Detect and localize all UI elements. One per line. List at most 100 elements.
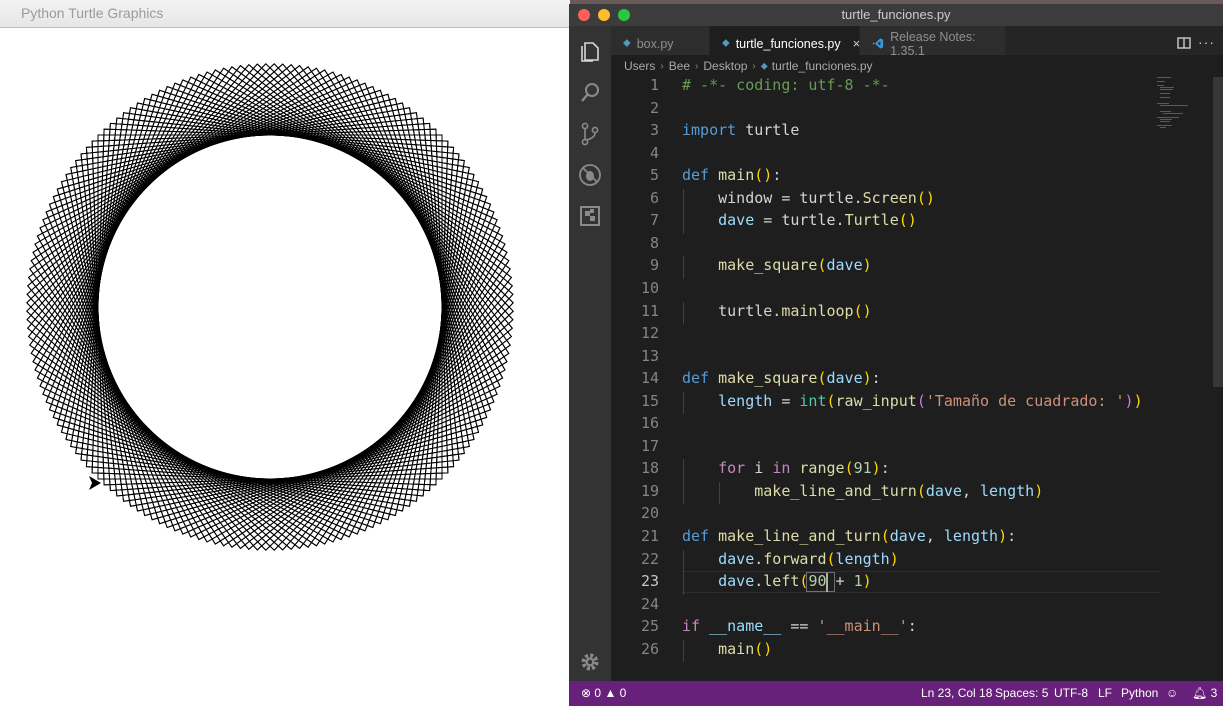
turtle-square-outline: [75, 112, 465, 502]
line-number: 9: [649, 256, 659, 275]
turtle-square-outline: [36, 73, 504, 541]
turtle-square-outline: [27, 64, 513, 550]
code-line[interactable]: dave.forward(length): [682, 550, 899, 568]
turtle-square-outline: [48, 85, 492, 529]
feedback-smiley-icon[interactable]: ☺: [1166, 686, 1178, 700]
turtle-square-outline: [70, 107, 470, 507]
turtle-square-outline: [30, 67, 510, 547]
code-line[interactable]: for i in range(91):: [682, 459, 890, 477]
problems-indicator[interactable]: ⊗ 0 ▲ 0: [581, 686, 626, 700]
extensions-icon[interactable]: [577, 203, 603, 229]
line-number: 10: [640, 278, 659, 297]
python-file-icon: ⬥: [760, 60, 768, 72]
more-actions-icon[interactable]: ···: [1198, 34, 1215, 50]
code-line[interactable]: length = int(raw_input('Tamaño de cuadra…: [682, 392, 1142, 410]
warning-count: 0: [619, 686, 627, 700]
breadcrumb-item[interactable]: Desktop: [703, 59, 747, 73]
line-number: 12: [640, 324, 659, 343]
chevron-right-icon: ›: [660, 60, 664, 72]
turtle-square-outline: [48, 85, 492, 529]
turtle-square-outline: [60, 97, 480, 517]
turtle-square-outline: [34, 71, 506, 543]
turtle-square-outline: [97, 134, 443, 480]
turtle-window-titlebar[interactable]: Python Turtle Graphics: [0, 0, 570, 28]
turtle-square-outline: [36, 73, 504, 541]
code-line[interactable]: dave.left(90 + 1): [682, 572, 872, 590]
editor-scrollbar[interactable]: [1213, 77, 1223, 387]
line-number: 19: [640, 481, 659, 500]
indentation-setting[interactable]: Spaces: 5: [995, 686, 1048, 700]
text-cursor: [826, 573, 829, 593]
eol-selector[interactable]: LF: [1098, 686, 1112, 700]
chevron-right-icon: ›: [752, 60, 756, 72]
line-number: 7: [649, 211, 659, 230]
code-line[interactable]: dave = turtle.Turtle(): [682, 211, 917, 229]
turtle-square-outline: [70, 107, 470, 507]
line-number: 21: [640, 527, 659, 545]
turtle-square-outline: [97, 134, 443, 480]
line-number: 11: [640, 301, 659, 320]
debug-icon[interactable]: [577, 162, 603, 188]
settings-gear-icon[interactable]: [577, 649, 603, 675]
turtle-square-outline: [26, 63, 514, 551]
turtle-square-outline: [29, 66, 511, 548]
turtle-square-outline: [27, 64, 513, 550]
code-line[interactable]: def main():: [682, 166, 781, 184]
line-number: 8: [649, 233, 659, 252]
python-file-icon: ⬥: [623, 37, 631, 49]
explorer-icon[interactable]: [577, 38, 603, 64]
turtle-square-outline: [65, 102, 475, 512]
vscode-titlebar[interactable]: turtle_funciones.py: [569, 4, 1223, 26]
activity-bar: [569, 26, 611, 681]
code-line[interactable]: # -*- coding: utf-8 -*-: [682, 76, 890, 94]
turtle-square-outline: [26, 63, 514, 551]
python-file-icon: ⬥: [722, 37, 730, 49]
code-line[interactable]: def make_line_and_turn(dave, length):: [682, 527, 1016, 545]
turtle-square-outline: [30, 67, 510, 547]
turtle-square-outline: [42, 79, 498, 535]
code-line[interactable]: make_square(dave): [682, 256, 872, 274]
turtle-square-outline: [34, 71, 506, 543]
encoding-selector[interactable]: UTF-8: [1054, 686, 1088, 700]
spirograph-drawing: [26, 63, 514, 551]
turtle-square-outline: [27, 64, 513, 550]
code-line[interactable]: def make_square(dave):: [682, 369, 881, 387]
turtle-square-outline: [34, 71, 506, 543]
language-mode[interactable]: Python: [1121, 686, 1158, 700]
breadcrumb-item[interactable]: Users: [624, 59, 655, 73]
turtle-square-outline: [97, 134, 443, 480]
source-control-icon[interactable]: [577, 121, 603, 147]
code-line[interactable]: if __name__ == '__main__':: [682, 617, 917, 635]
line-number: 23: [640, 572, 659, 591]
turtle-square-outline: [29, 66, 511, 548]
turtle-square-outline: [60, 97, 480, 517]
turtle-drawing-canvas: [26, 63, 514, 551]
code-line[interactable]: import turtle: [682, 121, 799, 139]
minimap[interactable]: [1157, 77, 1213, 147]
turtle-square-outline: [65, 102, 475, 512]
cursor-position[interactable]: Ln 23, Col 18: [921, 686, 992, 700]
line-number: 15: [640, 391, 659, 410]
window-title: turtle_funciones.py: [841, 7, 951, 22]
turtle-square-outline: [42, 79, 498, 535]
code-line[interactable]: make_line_and_turn(dave, length): [682, 482, 1043, 500]
error-count: 0: [594, 686, 602, 700]
code-line[interactable]: window = turtle.Screen(): [682, 189, 935, 207]
code-line[interactable]: main(): [682, 640, 772, 658]
line-number: 24: [640, 594, 659, 613]
turtle-square-outline: [26, 63, 514, 551]
turtle-square-outline: [29, 66, 511, 548]
code-line[interactable]: turtle.mainloop(): [682, 302, 872, 320]
split-editor-icon[interactable]: [1177, 36, 1191, 50]
turtle-square-outline: [26, 63, 514, 551]
line-number: 1: [649, 76, 659, 94]
code-editor[interactable]: 1 2 3 4 5 6 7 8 9 10 11 12 13 14 15 16 17 18 19 20 21 22 23 24 2…: [611, 75, 1223, 681]
search-icon[interactable]: [577, 80, 603, 106]
breadcrumb-item[interactable]: Bee: [669, 59, 690, 73]
notifications[interactable]: 🔔︎ 3: [1192, 686, 1217, 700]
breadcrumb-item[interactable]: turtle_funciones.py: [772, 59, 873, 73]
notification-count: 3: [1210, 686, 1218, 700]
line-number: 3: [649, 121, 659, 140]
line-number: 13: [640, 346, 659, 365]
turtle-square-outline: [42, 79, 498, 535]
